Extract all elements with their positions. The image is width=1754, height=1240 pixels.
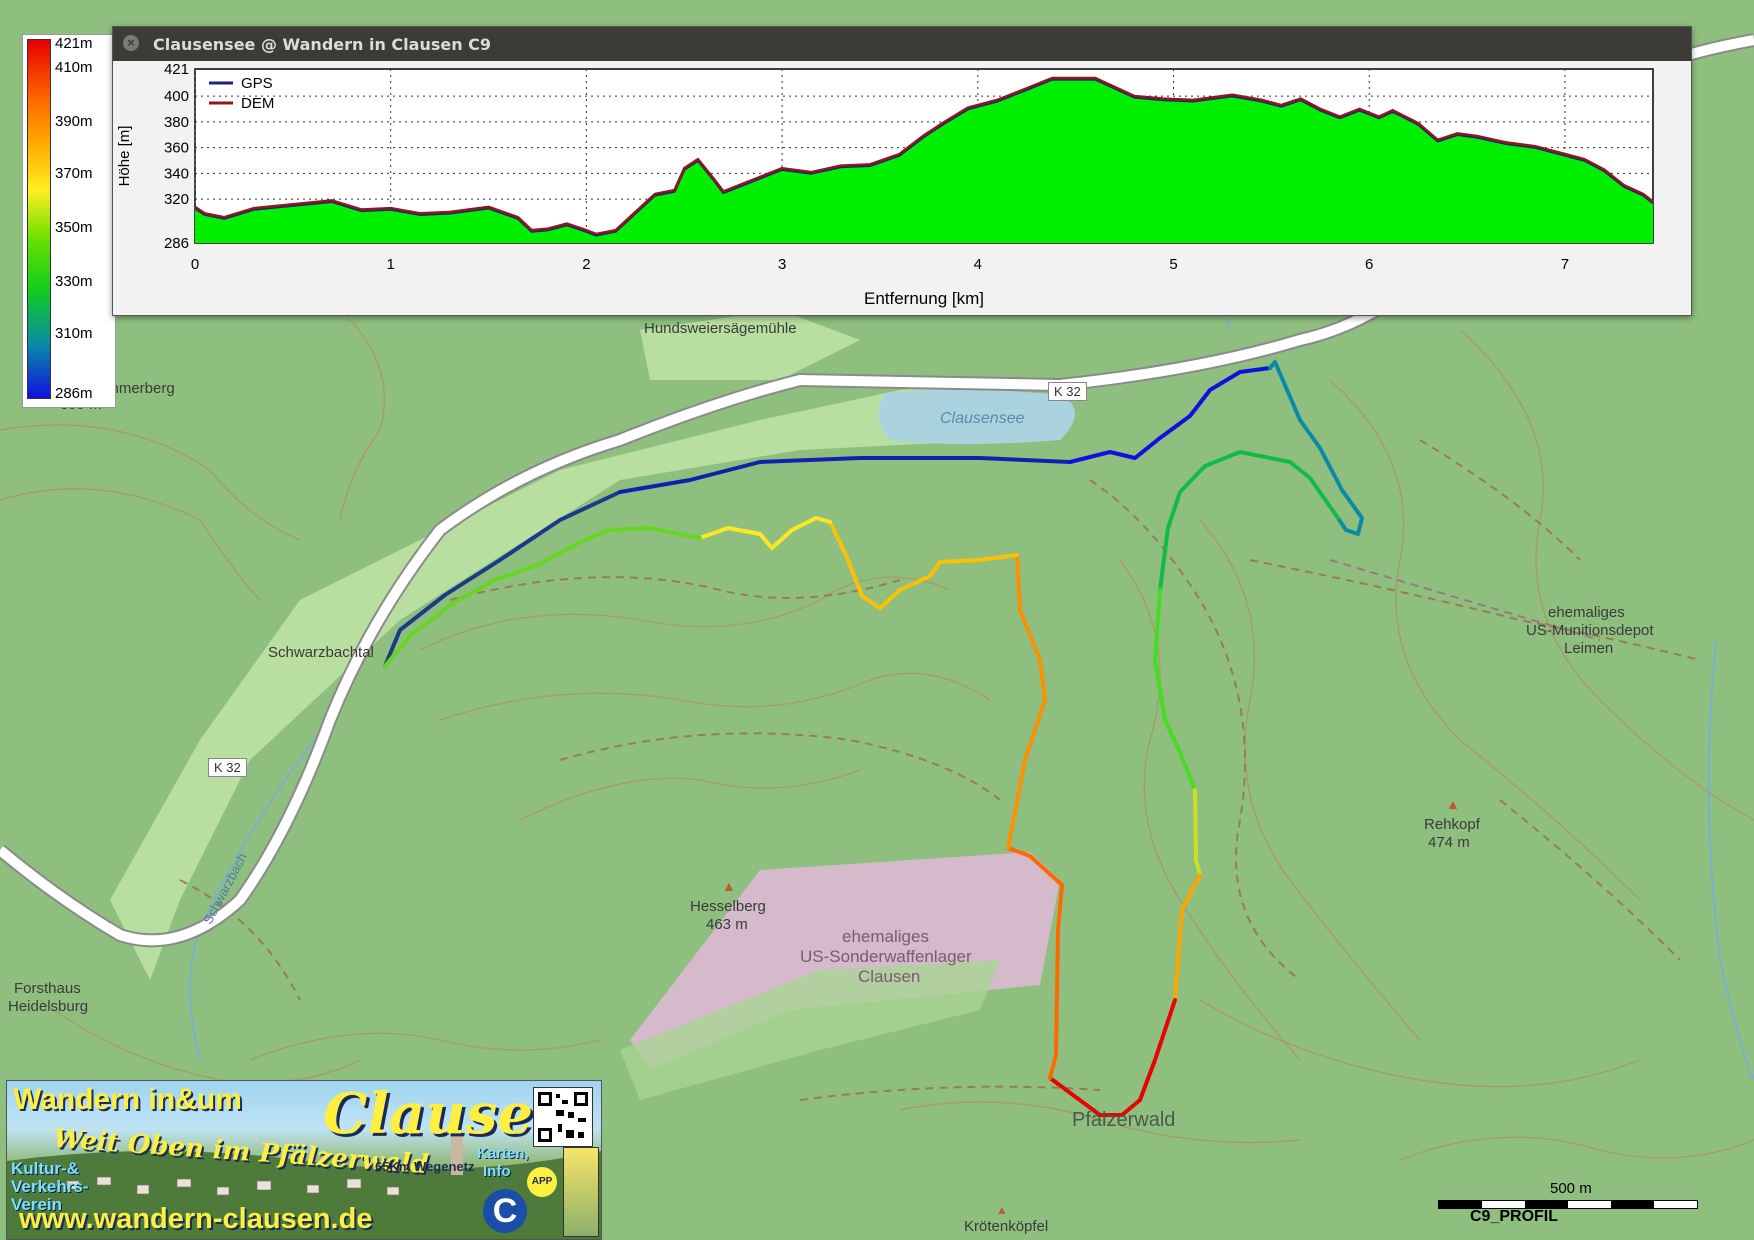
label-clausensee: Clausensee (940, 410, 1025, 427)
x-axis-title: Entfernung [km] (864, 289, 984, 308)
window-title: Clausensee @ Wandern in Clausen C9 (153, 35, 492, 54)
label-ehemaliges-depot: ehemaliges (1548, 604, 1625, 621)
logo-c-icon: C (483, 1189, 527, 1233)
x-tick-label: 6 (1365, 256, 1373, 273)
y-tick-label: 400 (164, 88, 189, 105)
legend-label-dem: DEM (241, 95, 274, 112)
brand-club-line2: Verkehrs- (11, 1177, 89, 1196)
y-tick-label: 286 (164, 235, 189, 252)
label-kroetenkoepfel: Krötenköpfel (964, 1218, 1049, 1235)
scale-label: 500 m (1550, 1180, 1592, 1197)
legend-label-286: 286m (55, 385, 93, 402)
y-tick-label: 320 (164, 191, 189, 208)
x-tick-label: 7 (1561, 256, 1569, 273)
app-badge-icon[interactable]: APP (527, 1167, 557, 1197)
road-shield-k32-west: K 32 (208, 758, 247, 777)
legend-label-330: 330m (55, 273, 93, 290)
label-rehkopf: Rehkopf (1424, 816, 1480, 833)
legend-label-gps: GPS (241, 75, 273, 92)
y-axis-title: Höhe [m] (116, 126, 133, 187)
peak-marker-kroetenkoepfel: ▲ (996, 1203, 1008, 1217)
qr-code-icon[interactable] (533, 1087, 593, 1147)
y-tick-label: 360 (164, 140, 189, 157)
brand-club-line1: Kultur-& (11, 1159, 79, 1178)
branding-banner[interactable]: Wandern in&um Clausen Weit Oben im Pfälz… (6, 1080, 602, 1240)
label-rehkopf-height: 474 m (1428, 834, 1470, 851)
peak-marker-rehkopf: ▲ (1446, 796, 1460, 812)
brand-network: 65Km Wegenetz (375, 1159, 475, 1174)
label-hesselberg-height: 463 m (706, 916, 748, 933)
brand-line1: Wandern in&um (13, 1083, 242, 1116)
label-hesselberg: Hesselberg (690, 898, 766, 915)
x-tick-label: 0 (191, 256, 199, 273)
legend-label-370: 370m (55, 165, 93, 182)
x-tick-label: 3 (778, 256, 786, 273)
x-tick-label: 5 (1169, 256, 1177, 273)
y-tick-label: 340 (164, 165, 189, 182)
label-ehemaliges-lager: ehemaliges (842, 927, 929, 946)
legend-label-390: 390m (55, 113, 93, 130)
label-heidelsburg: Heidelsburg (8, 998, 89, 1015)
brand-karten: Karten, (477, 1145, 529, 1162)
profile-titlebar[interactable]: × Clausensee @ Wandern in Clausen C9 (113, 27, 1691, 61)
elevation-legend: 421m 410m 390m 370m 350m 330m 310m 286m (22, 34, 116, 408)
x-tick-label: 2 (582, 256, 590, 273)
elevation-profile-window[interactable]: × Clausensee @ Wandern in Clausen C9 0 1 2… (112, 26, 1692, 316)
x-tick-label: 1 (387, 256, 395, 273)
label-hundsweiersaegemuehle: Hundsweiersägemühle (644, 320, 797, 337)
label-us-sonderwaffenlager: US-Sonderwaffenlager (800, 947, 972, 966)
legend-label-410: 410m (55, 59, 93, 76)
y-tick-label: 380 (164, 114, 189, 131)
label-forsthaus: Forsthaus (14, 980, 81, 997)
label-leimen: Leimen (1564, 640, 1614, 657)
peak-marker-hesselberg: ▲ (722, 878, 736, 894)
app-preview-thumbnail[interactable] (563, 1147, 599, 1237)
y-tick-label: 421 (164, 61, 189, 78)
x-tick-label: 4 (974, 256, 982, 273)
close-icon[interactable]: × (123, 35, 139, 51)
legend-label-310: 310m (55, 325, 93, 342)
label-pfaelzerwald: Pfälzerwald (1072, 1109, 1176, 1131)
label-us-munitionsdepot: US-Munitionsdepot (1526, 622, 1654, 639)
legend-label-350: 350m (55, 219, 93, 236)
brand-info: Info (483, 1163, 511, 1180)
elevation-color-bar (27, 39, 51, 399)
road-shield-k32-north: K 32 (1048, 382, 1087, 401)
elevation-chart: 0 1 2 3 4 5 6 7 286 320 340 360 380 400 421 Entfernung… (113, 61, 1691, 315)
brand-website-link[interactable]: www.wandern-clausen.de (19, 1203, 372, 1236)
legend-label-421: 421m (55, 35, 93, 52)
label-schwarzbachtal: Schwarzbachtal (268, 644, 374, 661)
profile-id-label: C9_PROFIL (1470, 1208, 1559, 1225)
label-clausen-area: Clausen (858, 967, 921, 986)
